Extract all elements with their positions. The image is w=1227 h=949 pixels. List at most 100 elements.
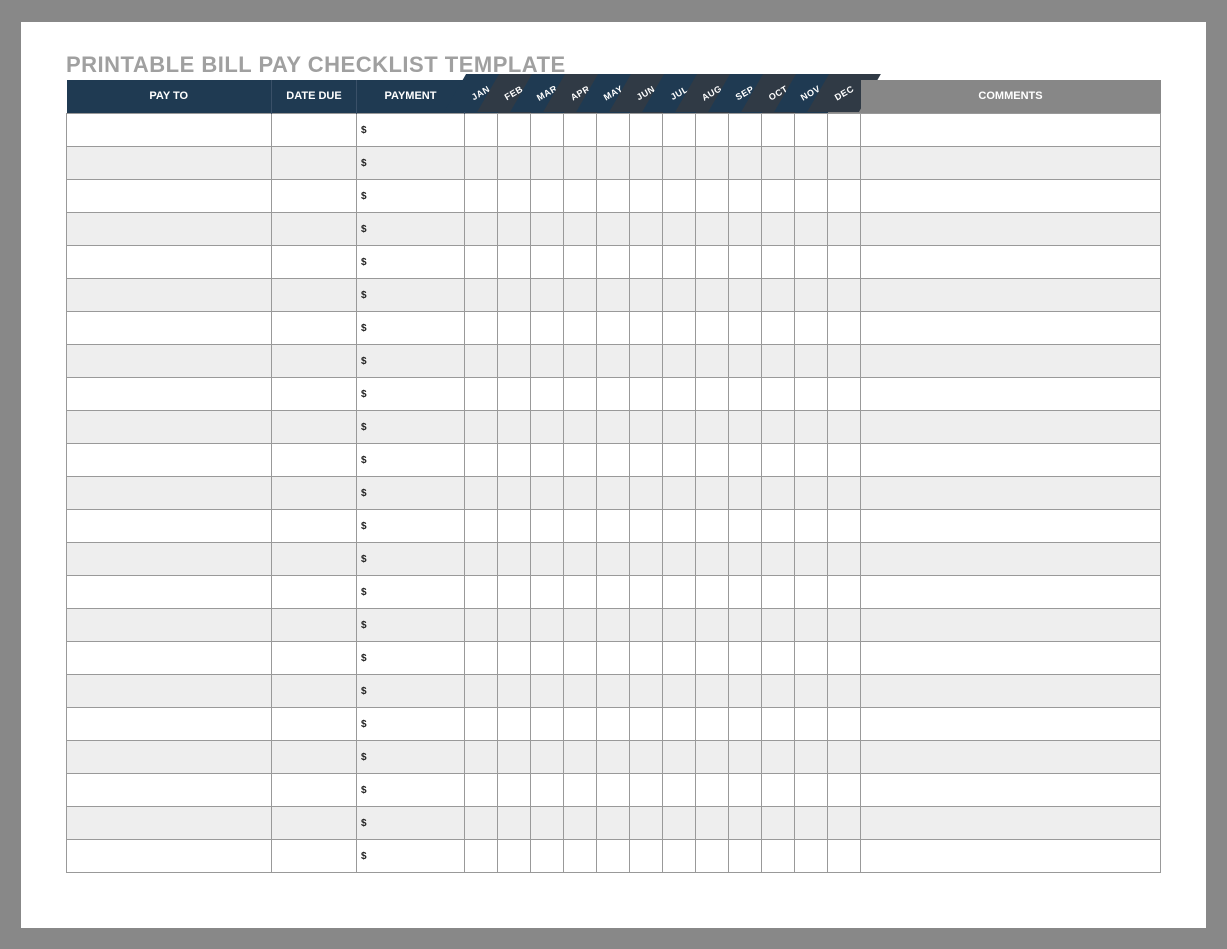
cell-datedue: [272, 807, 357, 840]
cell-month: [663, 807, 696, 840]
cell-comments: [861, 675, 1161, 708]
cell-month: [795, 246, 828, 279]
cell-month: [465, 147, 498, 180]
cell-month: [828, 807, 861, 840]
cell-month: [663, 246, 696, 279]
cell-month: [597, 213, 630, 246]
cell-month: [828, 741, 861, 774]
cell-payment: $: [357, 609, 465, 642]
cell-month: [729, 807, 762, 840]
cell-month: [498, 246, 531, 279]
cell-month: [465, 642, 498, 675]
cell-month: [630, 576, 663, 609]
cell-month: [564, 774, 597, 807]
cell-month: [729, 279, 762, 312]
cell-datedue: [272, 147, 357, 180]
cell-month: [795, 345, 828, 378]
cell-payment: $: [357, 840, 465, 873]
cell-month: [498, 444, 531, 477]
cell-month: [465, 675, 498, 708]
cell-month: [696, 708, 729, 741]
cell-month: [531, 147, 564, 180]
cell-month: [630, 444, 663, 477]
cell-payment: $: [357, 807, 465, 840]
header-row: PAY TO DATE DUE PAYMENT JAN FEB MAR APR …: [67, 80, 1161, 114]
cell-payto: [67, 180, 272, 213]
cell-datedue: [272, 279, 357, 312]
cell-month: [795, 312, 828, 345]
cell-comments: [861, 840, 1161, 873]
cell-month: [762, 312, 795, 345]
cell-month: [762, 708, 795, 741]
cell-payto: [67, 807, 272, 840]
cell-payto: [67, 411, 272, 444]
cell-month: [762, 444, 795, 477]
cell-month: [663, 576, 696, 609]
cell-month: [597, 708, 630, 741]
cell-month: [663, 279, 696, 312]
cell-month: [696, 807, 729, 840]
cell-month: [729, 510, 762, 543]
cell-datedue: [272, 378, 357, 411]
cell-payment: $: [357, 444, 465, 477]
cell-month: [597, 312, 630, 345]
cell-month: [762, 180, 795, 213]
cell-month: [696, 411, 729, 444]
table-row: $: [67, 411, 1161, 444]
cell-month: [696, 840, 729, 873]
cell-month: [795, 477, 828, 510]
cell-month: [795, 708, 828, 741]
cell-month: [465, 840, 498, 873]
cell-month: [762, 741, 795, 774]
cell-month: [828, 576, 861, 609]
cell-payto: [67, 840, 272, 873]
cell-comments: [861, 510, 1161, 543]
cell-month: [531, 510, 564, 543]
table-row: $: [67, 312, 1161, 345]
cell-month: [498, 345, 531, 378]
cell-month: [498, 279, 531, 312]
cell-month: [597, 774, 630, 807]
cell-month: [696, 543, 729, 576]
cell-month: [564, 411, 597, 444]
cell-month: [696, 180, 729, 213]
cell-month: [630, 510, 663, 543]
cell-month: [465, 543, 498, 576]
cell-comments: [861, 411, 1161, 444]
cell-month: [828, 675, 861, 708]
cell-month: [795, 279, 828, 312]
cell-month: [729, 774, 762, 807]
cell-payto: [67, 378, 272, 411]
col-header-datedue: DATE DUE: [272, 80, 357, 114]
cell-month: [663, 741, 696, 774]
cell-comments: [861, 543, 1161, 576]
cell-month: [696, 444, 729, 477]
cell-month: [762, 246, 795, 279]
cell-month: [696, 213, 729, 246]
cell-month: [762, 345, 795, 378]
cell-month: [696, 279, 729, 312]
cell-datedue: [272, 213, 357, 246]
cell-month: [729, 576, 762, 609]
cell-datedue: [272, 312, 357, 345]
col-header-payto: PAY TO: [67, 80, 272, 114]
cell-month: [828, 477, 861, 510]
cell-month: [498, 675, 531, 708]
cell-month: [630, 213, 663, 246]
cell-month: [564, 543, 597, 576]
cell-month: [564, 345, 597, 378]
cell-month: [630, 246, 663, 279]
cell-month: [564, 312, 597, 345]
cell-month: [498, 477, 531, 510]
cell-month: [498, 774, 531, 807]
cell-month: [597, 378, 630, 411]
cell-month: [531, 642, 564, 675]
cell-datedue: [272, 708, 357, 741]
cell-month: [498, 543, 531, 576]
cell-datedue: [272, 840, 357, 873]
cell-month: [564, 444, 597, 477]
cell-month: [498, 642, 531, 675]
cell-month: [597, 477, 630, 510]
cell-month: [729, 840, 762, 873]
cell-payto: [67, 279, 272, 312]
